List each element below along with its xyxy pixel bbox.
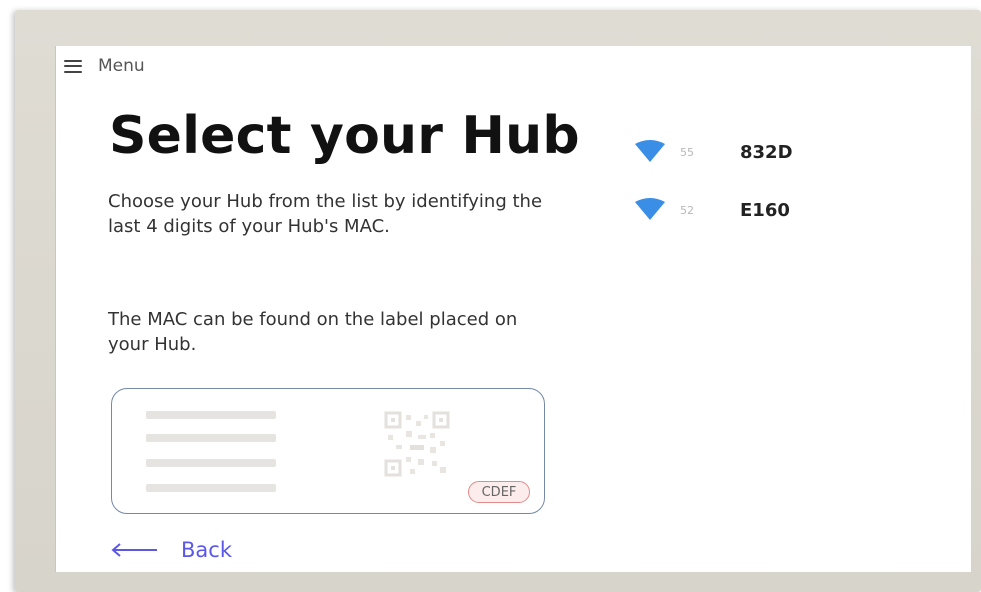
menu-button[interactable]: Menu <box>64 52 145 80</box>
menu-label: Menu <box>98 56 145 76</box>
hub-id: E160 <box>740 199 790 221</box>
hub-list-item[interactable]: 55 832D <box>634 132 924 172</box>
qr-code-icon <box>384 411 450 477</box>
screen: Menu Select your Hub Choose your Hub fro… <box>55 46 971 572</box>
wifi-signal-icon <box>635 198 665 220</box>
hub-list-item[interactable]: 52 E160 <box>634 190 924 230</box>
instruction-text: Choose your Hub from the list by identif… <box>108 191 543 237</box>
hub-signal-strength: 55 <box>680 145 694 159</box>
wifi-signal-icon <box>635 140 665 162</box>
back-label: Back <box>181 538 232 562</box>
arrow-left-icon <box>111 543 157 557</box>
mac-location-note: The MAC can be found on the label placed… <box>108 309 518 355</box>
hub-id: 832D <box>740 141 793 163</box>
hamburger-menu-icon <box>64 59 82 73</box>
label-text-line <box>146 434 276 442</box>
label-text-line <box>146 459 276 467</box>
label-text-line <box>146 411 276 419</box>
hub-label-illustration: CDEF <box>111 388 545 514</box>
mac-suffix-highlight: CDEF <box>468 481 530 503</box>
hub-signal-strength: 52 <box>680 203 694 217</box>
page-title: Select your Hub <box>109 106 580 166</box>
label-text-line <box>146 484 276 492</box>
back-button[interactable]: Back <box>111 538 232 562</box>
device-frame: Menu Select your Hub Choose your Hub fro… <box>15 10 981 592</box>
